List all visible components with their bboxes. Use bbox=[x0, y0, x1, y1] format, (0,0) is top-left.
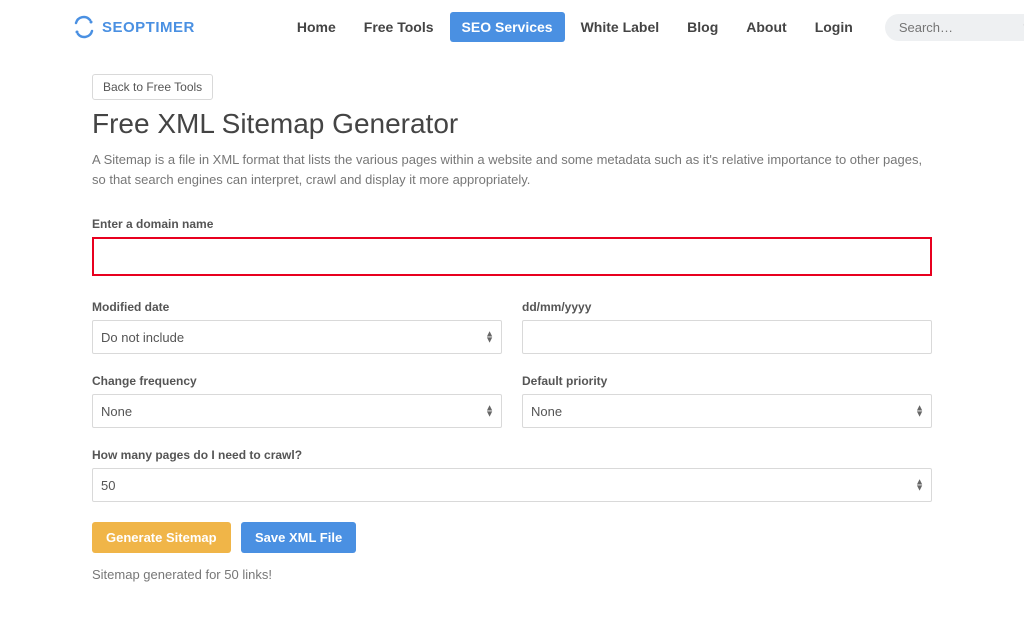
save-xml-button[interactable]: Save XML File bbox=[241, 522, 356, 553]
back-button[interactable]: Back to Free Tools bbox=[92, 74, 213, 100]
search-wrap bbox=[885, 14, 1024, 41]
default-priority-label: Default priority bbox=[522, 374, 932, 388]
nav-seo-services[interactable]: SEO Services bbox=[450, 12, 565, 42]
crawl-pages-label: How many pages do I need to crawl? bbox=[92, 448, 932, 462]
nav-home[interactable]: Home bbox=[285, 12, 348, 42]
generate-sitemap-button[interactable]: Generate Sitemap bbox=[92, 522, 231, 553]
nav-free-tools[interactable]: Free Tools bbox=[352, 12, 446, 42]
logo-text: SEOPTIMER bbox=[102, 19, 195, 36]
page-description: A Sitemap is a file in XML format that l… bbox=[92, 150, 932, 189]
nav-login[interactable]: Login bbox=[803, 12, 865, 42]
crawl-pages-select[interactable]: 50 bbox=[92, 468, 932, 502]
logo-icon bbox=[72, 15, 96, 39]
modified-date-select[interactable]: Do not include bbox=[92, 320, 502, 354]
main-nav: Home Free Tools SEO Services White Label… bbox=[285, 12, 865, 42]
modified-date-label: Modified date bbox=[92, 300, 502, 314]
search-input[interactable] bbox=[885, 14, 1024, 41]
change-frequency-label: Change frequency bbox=[92, 374, 502, 388]
domain-input[interactable] bbox=[92, 237, 932, 276]
logo[interactable]: SEOPTIMER bbox=[72, 15, 195, 39]
status-message: Sitemap generated for 50 links! bbox=[92, 567, 932, 582]
date-format-label: dd/mm/yyyy bbox=[522, 300, 932, 314]
change-frequency-select[interactable]: None bbox=[92, 394, 502, 428]
page-title: Free XML Sitemap Generator bbox=[92, 108, 932, 140]
nav-about[interactable]: About bbox=[734, 12, 798, 42]
date-input[interactable] bbox=[522, 320, 932, 354]
nav-white-label[interactable]: White Label bbox=[569, 12, 672, 42]
domain-label: Enter a domain name bbox=[92, 217, 932, 231]
nav-blog[interactable]: Blog bbox=[675, 12, 730, 42]
default-priority-select[interactable]: None bbox=[522, 394, 932, 428]
